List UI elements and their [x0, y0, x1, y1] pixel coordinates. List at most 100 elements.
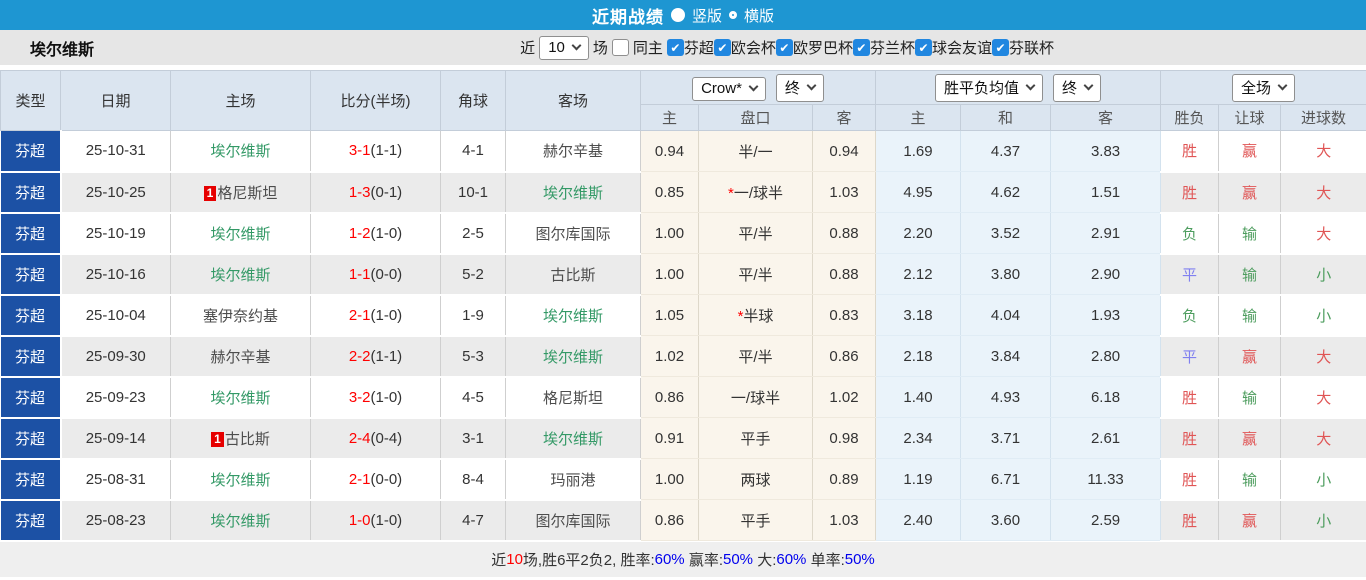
avg-time-select[interactable]: 终	[1053, 73, 1102, 102]
league-checkbox[interactable]	[852, 39, 870, 56]
avg-home-cell: 2.18	[875, 335, 962, 377]
vertical-layout-label[interactable]: 竖版	[692, 5, 722, 26]
league-label: 芬超	[683, 40, 714, 57]
subcol-avg-home: 主	[875, 104, 962, 131]
horizontal-layout-radio[interactable]	[729, 11, 737, 19]
result-goals-cell: 大	[1280, 335, 1366, 378]
away-team-name: 埃尔维斯	[542, 430, 603, 448]
away-team-name: 玛丽港	[550, 471, 596, 489]
avg-home-cell: 1.69	[875, 130, 962, 172]
table-row: 芬超 25-10-19 埃尔维斯 1-2(1-0) 2-5 图尔库国际 1.00 平/半 0.8…	[0, 212, 1366, 255]
league-filter: 芬兰杯	[852, 37, 915, 58]
bookmaker-select[interactable]: Crow*	[692, 76, 766, 101]
avg-draw-cell: 4.04	[960, 294, 1052, 336]
date-cell: 25-08-31	[60, 458, 171, 501]
summary-segment: 胜率:	[620, 551, 655, 569]
halftime-score: (1-0)	[370, 511, 403, 529]
vertical-layout-radio[interactable]	[670, 8, 685, 22]
odds-home-cell: 1.00	[640, 253, 699, 295]
away-team-cell: 图尔库国际	[505, 212, 641, 255]
away-team-name: 古比斯	[550, 266, 596, 284]
home-team-cell: 埃尔维斯	[170, 376, 311, 419]
handicap-line-cell: *半球	[698, 294, 813, 336]
score-cell: 2-2(1-1)	[310, 335, 441, 378]
avg-draw-cell: 3.80	[960, 253, 1052, 295]
summary-segment: 场,胜6平2负2,	[522, 551, 621, 569]
col-header-away: 客场	[505, 70, 641, 131]
home-team-name: 格尼斯坦	[217, 184, 278, 202]
league-checkbox[interactable]	[666, 39, 684, 56]
away-team-name: 赫尔辛基	[542, 143, 603, 161]
handicap-line: 半/一	[738, 143, 773, 161]
fulltime-score: 2-2	[348, 347, 371, 365]
result-goals-cell: 大	[1280, 171, 1366, 214]
handicap-line: 平手	[740, 512, 771, 530]
avg-home-cell: 2.40	[875, 499, 962, 541]
score-cell: 2-1(0-0)	[310, 458, 441, 501]
handicap-line-cell: 平/半	[698, 253, 813, 295]
odds-time-select[interactable]: 终	[775, 73, 824, 102]
result-handicap-cell: 赢	[1218, 499, 1282, 542]
league-checkbox[interactable]	[713, 39, 731, 56]
avg-draw-cell: 6.71	[960, 458, 1052, 500]
summary-segment: 60%	[654, 550, 685, 568]
league-label: 欧会杯	[730, 40, 776, 57]
handicap-line-cell: 两球	[698, 458, 813, 500]
summary-segment: 大:	[753, 551, 777, 569]
result-group-header: 全场	[1160, 70, 1366, 105]
result-handicap-cell: 输	[1218, 294, 1282, 337]
same-home-checkbox[interactable]	[611, 39, 629, 56]
match-count-select[interactable]: 10	[539, 35, 589, 60]
league-checkbox[interactable]	[991, 39, 1009, 56]
avg-type-select[interactable]: 胜平负均值	[935, 73, 1044, 102]
away-team-cell: 赫尔辛基	[505, 130, 641, 173]
summary-segment: 50%	[844, 550, 875, 568]
table-row: 芬超 25-08-31 埃尔维斯 2-1(0-0) 8-4 玛丽港 1.00 两球 0.89 1.…	[0, 458, 1366, 501]
result-wdl-cell: 胜	[1160, 171, 1220, 214]
home-team-name: 埃尔维斯	[210, 389, 271, 407]
league-filter: 欧会杯	[713, 37, 776, 58]
subcol-result-wdl: 胜负	[1160, 104, 1220, 131]
result-handicap-cell: 输	[1218, 376, 1282, 419]
fulltime-score: 2-1	[348, 306, 371, 324]
away-team-name: 图尔库国际	[535, 512, 611, 530]
league-checkbox[interactable]	[775, 39, 793, 56]
home-team-cell: 埃尔维斯	[170, 458, 311, 501]
odds-away-cell: 0.88	[812, 253, 877, 295]
halftime-score: (0-0)	[370, 265, 403, 283]
avg-group-header: 胜平负均值 终	[875, 70, 1162, 105]
avg-home-cell: 4.95	[875, 171, 962, 213]
subcol-odds-line: 盘口	[698, 104, 813, 131]
col-header-corner: 角球	[440, 70, 506, 131]
handicap-line: 平/半	[738, 348, 773, 366]
period-select[interactable]: 全场	[1232, 73, 1296, 102]
odds-home-cell: 0.94	[640, 130, 699, 172]
horizontal-layout-label[interactable]: 横版	[744, 5, 774, 26]
fulltime-score: 2-1	[348, 470, 371, 488]
result-handicap-cell: 赢	[1218, 335, 1282, 378]
subcol-result-goals: 进球数	[1280, 104, 1366, 131]
corner-cell: 5-3	[440, 335, 506, 378]
avg-away-cell: 3.83	[1050, 130, 1162, 172]
odds-home-cell: 1.00	[640, 212, 699, 254]
table-row: 芬超 25-10-25 1 格尼斯坦 1-3(0-1) 10-1 埃尔维斯 0.85 *一/球半…	[0, 171, 1366, 214]
result-wdl-cell: 平	[1160, 335, 1220, 378]
subcol-avg-draw: 和	[960, 104, 1052, 131]
table-row: 芬超 25-09-30 赫尔辛基 2-2(1-1) 5-3 埃尔维斯 1.02 平/半 0.86…	[0, 335, 1366, 378]
near-label: 近	[520, 40, 536, 57]
odds-home-cell: 1.02	[640, 335, 699, 377]
odds-home-cell: 1.00	[640, 458, 699, 500]
odds-away-cell: 0.89	[812, 458, 877, 500]
avg-away-cell: 2.80	[1050, 335, 1162, 377]
home-team-cell: 埃尔维斯	[170, 212, 311, 255]
avg-home-cell: 3.18	[875, 294, 962, 336]
avg-away-cell: 6.18	[1050, 376, 1162, 418]
league-checkbox[interactable]	[914, 39, 932, 56]
col-header-type: 类型	[0, 70, 61, 131]
corner-cell: 8-4	[440, 458, 506, 501]
avg-away-cell: 2.61	[1050, 417, 1162, 459]
date-cell: 25-10-19	[60, 212, 171, 255]
result-wdl-cell: 平	[1160, 253, 1220, 296]
date-cell: 25-10-25	[60, 171, 171, 214]
score-cell: 1-0(1-0)	[310, 499, 441, 542]
